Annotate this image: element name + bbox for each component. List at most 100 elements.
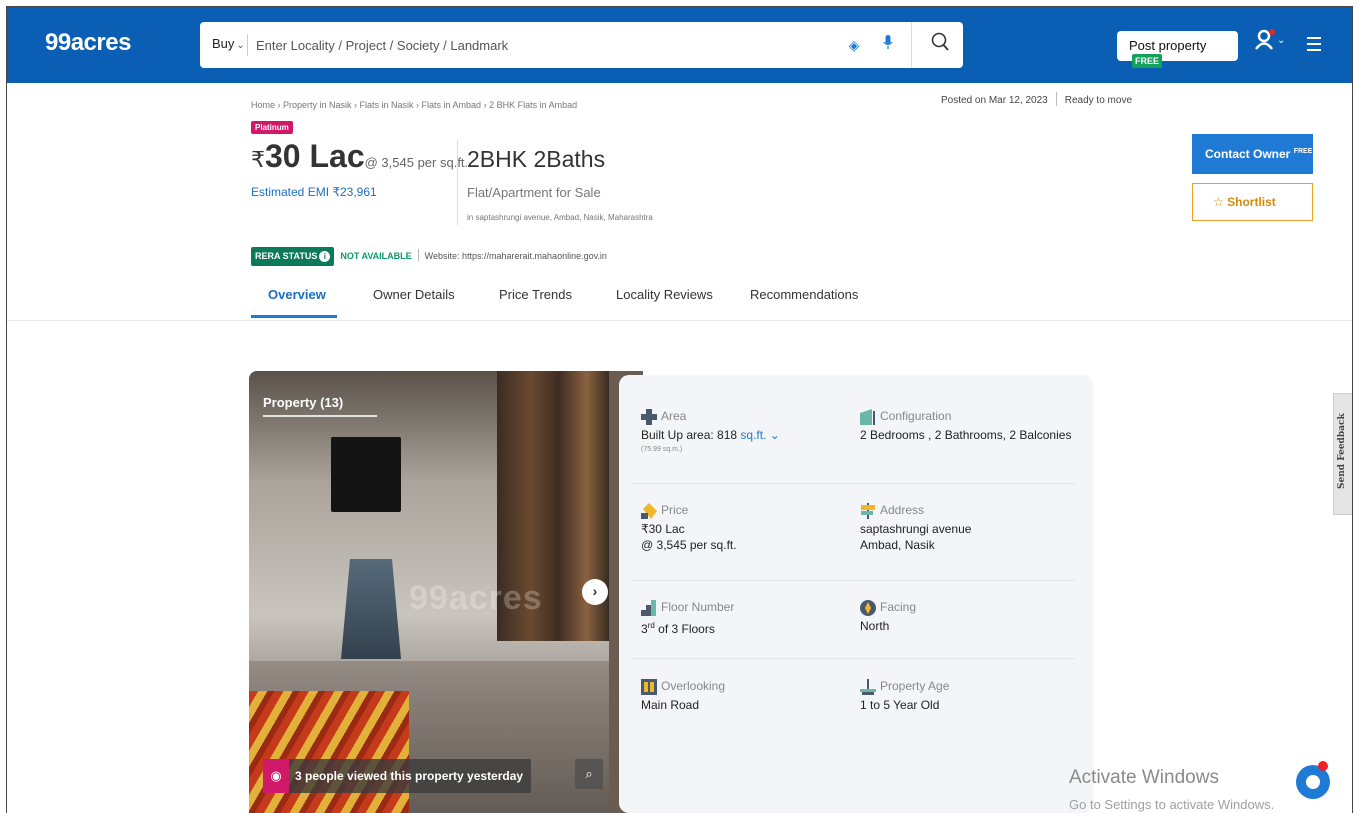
area-sqm: (75.99 sq.m.) <box>641 446 683 453</box>
chevron-down-icon[interactable]: ⌄ <box>1277 35 1285 46</box>
window-icon <box>641 679 657 695</box>
detail-label: Price <box>661 503 689 517</box>
detail-value: Ambad, Nasik <box>860 538 935 552</box>
floor-suffix: rd <box>647 621 655 630</box>
price-tag-icon <box>641 503 657 519</box>
detail-value: saptashrungi avenue <box>860 522 972 536</box>
detail-price: Price ₹30 Lac @ 3,545 per sq.ft. <box>641 503 737 553</box>
estimated-emi-link[interactable]: Estimated EMI ₹23,961 <box>251 185 377 199</box>
floor-total: of 3 Floors <box>654 622 715 636</box>
detail-overlooking: Overlooking Main Road <box>641 679 725 713</box>
divider <box>457 140 458 225</box>
posted-date: Posted on Mar 12, 2023 <box>941 95 1048 106</box>
signpost-icon <box>860 503 876 519</box>
divider <box>633 658 1075 659</box>
detail-floor: Floor Number 3rd of 3 Floors <box>641 600 734 637</box>
post-property-label: Post property <box>1129 38 1207 53</box>
rera-status-label: RERA STATUS <box>255 251 318 261</box>
detail-label: Facing <box>880 600 917 614</box>
divider <box>633 580 1075 581</box>
contact-owner-label: Contact Owner <box>1205 147 1291 161</box>
search-box: Buy⌄ ◈ <box>200 22 963 68</box>
detail-label: Area <box>661 409 687 423</box>
zoom-icon[interactable]: ⌕ <box>575 759 603 789</box>
divider <box>7 320 1352 321</box>
microphone-icon[interactable] <box>883 35 893 54</box>
search-icon[interactable] <box>931 32 951 59</box>
posted-info: Posted on Mar 12, 2023 Ready to move <box>941 92 1132 106</box>
search-type-dropdown[interactable]: Buy ⌄ <box>212 36 245 51</box>
detail-value: Main Road <box>641 698 700 712</box>
area-icon <box>641 409 657 425</box>
free-badge: FREE <box>1132 54 1163 68</box>
built-up-area: Built Up area: 818 <box>641 428 738 442</box>
photo-watermark: 99acres <box>409 579 543 617</box>
price-per-sqft: @ 3,545 per sq.ft. <box>364 155 469 170</box>
detail-label: Property Age <box>880 679 950 693</box>
tab-recommendations[interactable]: Recommendations <box>750 287 858 302</box>
user-icon[interactable] <box>1254 29 1277 56</box>
detail-value: 2 Bedrooms , 2 Bathrooms, 2 Balconies <box>860 428 1072 442</box>
info-icon[interactable]: i <box>319 251 331 262</box>
detail-area: Area Built Up area: 818 sq.ft. ⌄ (75.99 … <box>641 409 780 453</box>
detail-label: Floor Number <box>661 600 735 614</box>
building-age-icon <box>860 679 876 695</box>
send-feedback-tab[interactable]: Send Feedback <box>1333 393 1352 515</box>
floor-icon <box>641 600 657 616</box>
unit-label: sq.ft. <box>740 428 767 442</box>
shortlist-label: Shortlist <box>1227 195 1276 209</box>
location-icon[interactable]: ◈ <box>845 36 863 54</box>
floor-number: 3 <box>641 622 648 636</box>
send-feedback-label: Send Feedback <box>1337 413 1347 489</box>
detail-configuration: Configuration 2 Bedrooms , 2 Bathrooms, … <box>860 409 1071 443</box>
rupee-symbol: ₹ <box>251 147 265 172</box>
rera-status-bar: RERA STATUS i NOT AVAILABLE Website: https:… <box>251 247 607 266</box>
compass-icon <box>860 600 876 616</box>
detail-label: Overlooking <box>661 679 726 693</box>
listing-price: ₹30 Lac@ 3,545 per sq.ft. <box>251 138 468 175</box>
detail-value: @ 3,545 per sq.ft. <box>641 538 737 552</box>
browser-viewport: 99acres Buy⌄ ◈ Post propertyFREE ⌄ Home … <box>6 6 1353 813</box>
post-property-button[interactable]: Post propertyFREE <box>1117 31 1238 68</box>
search-type-label: Buy <box>212 36 235 51</box>
detail-value: North <box>860 619 890 633</box>
price-value: 30 Lac <box>265 138 365 174</box>
site-logo[interactable]: 99acres <box>45 29 131 57</box>
listing-title: 2BHK 2Baths <box>467 146 606 172</box>
breadcrumb[interactable]: Home › Property in Nasik › Flats in Nasi… <box>251 100 577 110</box>
search-input[interactable] <box>256 30 816 60</box>
hamburger-menu-icon[interactable] <box>1307 37 1321 55</box>
shortlist-button[interactable]: ☆ Shortlist <box>1192 183 1313 221</box>
tab-price-trends[interactable]: Price Trends <box>499 287 572 302</box>
rera-status-value: NOT AVAILABLE <box>340 251 412 261</box>
active-tab-indicator <box>251 315 337 318</box>
detail-facing: Facing North <box>860 600 916 634</box>
unit-dropdown[interactable]: sq.ft. ⌄ <box>740 428 779 442</box>
configuration-icon <box>860 409 876 425</box>
star-icon: ☆ <box>1213 195 1224 209</box>
detail-value: ₹30 Lac <box>641 522 685 536</box>
free-badge: FREE <box>1293 148 1313 155</box>
top-nav-bar: 99acres Buy⌄ ◈ Post propertyFREE ⌄ <box>7 7 1352 83</box>
divider <box>633 483 1075 484</box>
divider <box>911 22 912 68</box>
chevron-down-icon: ⌄ <box>236 40 245 51</box>
windows-activation-subtitle: Go to Settings to activate Windows. <box>1069 797 1275 812</box>
tab-owner-details[interactable]: Owner Details <box>373 287 455 302</box>
photo-gallery-title[interactable]: Property (13) <box>263 395 343 410</box>
windows-activation-title: Activate Windows <box>1069 767 1219 788</box>
views-banner: ◉ 3 people viewed this property yesterday <box>263 759 532 793</box>
platinum-badge: Platinum <box>251 121 293 134</box>
photo-title-underline <box>263 415 377 417</box>
chatbot-icon[interactable] <box>1296 761 1330 799</box>
tab-locality-reviews[interactable]: Locality Reviews <box>616 287 713 302</box>
detail-label: Address <box>880 503 925 517</box>
detail-value: 1 to 5 Year Old <box>860 698 940 712</box>
listing-address: in saptashrungi avenue, Ambad, Nasik, Ma… <box>467 213 653 222</box>
contact-owner-button[interactable]: Contact Owner FREE <box>1192 134 1313 174</box>
detail-address: Address saptashrungi avenue Ambad, Nasik <box>860 503 971 553</box>
ready-status: Ready to move <box>1064 95 1133 106</box>
tab-overview[interactable]: Overview <box>268 287 326 302</box>
next-photo-arrow-icon[interactable]: › <box>582 579 608 605</box>
rera-status-badge[interactable]: RERA STATUS i <box>251 247 335 266</box>
